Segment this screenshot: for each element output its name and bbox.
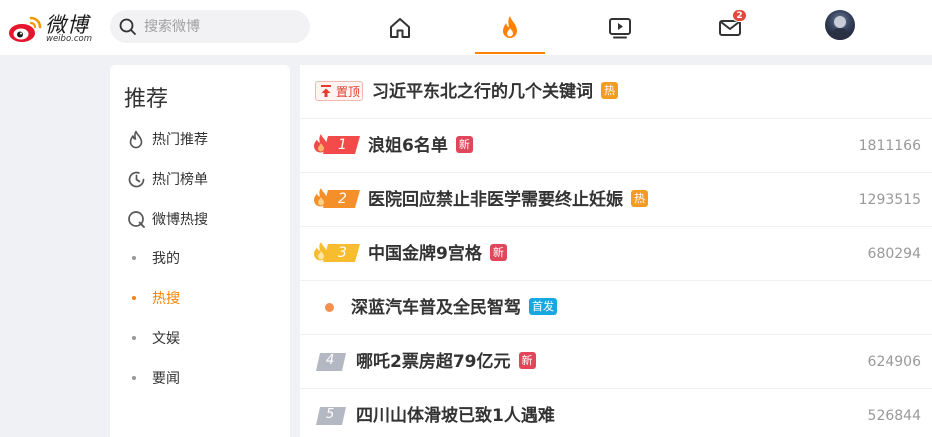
sidebar-item-weibo-hot-search[interactable]: 微博热搜 <box>126 207 208 231</box>
pinned-badge: 置顶 <box>315 81 363 101</box>
sidebar-sub-hot-search[interactable]: 热搜 <box>132 287 180 309</box>
pinned-badge-label: 置顶 <box>336 84 361 99</box>
hot-row-count: 1293515 <box>858 192 921 208</box>
new-tag: 新 <box>455 135 473 153</box>
promoted-row[interactable]: 深蓝汽车普及全民智驾 首发 <box>300 281 932 335</box>
hot-row-title-text: 深蓝汽车普及全民智驾 <box>351 298 521 318</box>
hot-row[interactable]: 1 浪姐6名单新 1811166 <box>300 119 932 173</box>
sidebar-sub-mine[interactable]: 我的 <box>132 247 180 269</box>
rank-number: 4 <box>326 353 335 368</box>
weibo-logo[interactable]: 微博 weibo.com <box>8 8 100 46</box>
hot-row[interactable]: 5 四川山体滑坡已致1人遇难 526844 <box>300 389 932 437</box>
sidebar-sub-news[interactable]: 要闻 <box>132 367 180 389</box>
nav-messages[interactable]: 2 <box>695 0 765 55</box>
hot-row-title[interactable]: 哪吒2票房超79亿元新 <box>356 335 536 389</box>
rank-number: 1 <box>338 137 347 153</box>
hot-row-title-text: 四川山体滑坡已致1人遇难 <box>356 406 555 426</box>
hot-tag: 热 <box>631 189 648 207</box>
sidebar-item-hot-ranking[interactable]: 热门榜单 <box>126 167 208 191</box>
pinned-title[interactable]: 习近平东北之行的几个关键词热 <box>372 65 618 119</box>
bullet-dot <box>132 256 136 260</box>
hot-row-title[interactable]: 医院回应禁止非医学需要终止妊娠热 <box>368 173 648 227</box>
bullet-dot <box>132 336 136 340</box>
sidebar: 推荐 热门推荐 热门榜单 微博热搜 我的 热搜 文娱 要闻 <box>110 65 290 437</box>
hot-row-count: 526844 <box>867 408 921 424</box>
bullet-dot <box>132 376 136 380</box>
hot-row-title[interactable]: 中国金牌9宫格新 <box>368 227 507 281</box>
new-tag: 新 <box>518 351 536 369</box>
sidebar-item-label: 微博热搜 <box>152 212 208 228</box>
sidebar-sub-label: 我的 <box>152 251 180 267</box>
nav-home[interactable] <box>365 0 435 55</box>
home-icon <box>390 17 410 38</box>
top-bar: 微博 weibo.com 2 <box>0 0 932 55</box>
pinned-row[interactable]: 置顶 习近平东北之行的几个关键词热 <box>300 65 932 119</box>
clock-icon <box>126 169 146 189</box>
hot-row-count: 680294 <box>867 246 921 262</box>
sidebar-item-label: 热门推荐 <box>152 132 208 148</box>
sidebar-heading: 推荐 <box>124 87 169 112</box>
pinned-title-text: 习近平东北之行的几个关键词 <box>372 82 593 102</box>
sidebar-sub-label: 热搜 <box>152 291 180 307</box>
hot-row-title-text: 中国金牌9宫格 <box>368 244 482 264</box>
hot-row[interactable]: 3 中国金牌9宫格新 680294 <box>300 227 932 281</box>
flame-outline-icon <box>126 129 146 149</box>
debut-tag: 首发 <box>529 297 557 315</box>
hot-row-title-text: 医院回应禁止非医学需要终止妊娠 <box>368 190 623 210</box>
promoted-dot <box>325 303 334 312</box>
hot-row-title-text: 哪吒2票房超79亿元 <box>356 352 511 372</box>
search-input[interactable] <box>144 10 304 43</box>
nav-hot[interactable] <box>475 0 545 55</box>
rank-2-flame-icon <box>314 188 360 208</box>
sidebar-item-hot-recommend[interactable]: 热门推荐 <box>126 127 208 151</box>
search-icon <box>119 18 136 35</box>
search-box[interactable] <box>110 10 310 43</box>
message-count-badge: 2 <box>732 9 747 22</box>
hot-search-list: 置顶 习近平东北之行的几个关键词热 1 浪姐6名单新 1811166 2 医院回… <box>300 65 932 437</box>
rank-1-flame-icon <box>314 134 360 154</box>
hot-row-count: 1811166 <box>858 138 921 154</box>
hot-tag: 热 <box>601 81 618 99</box>
bullet-dot <box>132 296 136 300</box>
new-tag: 新 <box>489 243 507 261</box>
hot-row-title[interactable]: 浪姐6名单新 <box>368 119 473 173</box>
search-loop-icon <box>126 209 146 229</box>
weibo-eye-icon <box>9 16 42 42</box>
rank-number: 3 <box>338 245 347 261</box>
hot-flame-icon <box>503 15 517 38</box>
rank-number: 5 <box>326 407 335 422</box>
hot-row-count: 624906 <box>867 354 921 370</box>
sidebar-sub-label: 要闻 <box>152 371 180 387</box>
rank-number: 2 <box>338 191 347 207</box>
hot-row-title[interactable]: 深蓝汽车普及全民智驾 首发 <box>351 281 557 335</box>
hot-row-title[interactable]: 四川山体滑坡已致1人遇难 <box>356 389 555 437</box>
sidebar-item-label: 热门榜单 <box>152 172 208 188</box>
sidebar-sub-label: 文娱 <box>152 331 180 347</box>
hot-row-title-text: 浪姐6名单 <box>368 136 448 156</box>
rank-3-flame-icon <box>314 242 360 262</box>
hot-row[interactable]: 4 哪吒2票房超79亿元新 624906 <box>300 335 932 389</box>
video-icon <box>609 17 631 38</box>
logo-domain: weibo.com <box>46 34 92 44</box>
nav-video[interactable] <box>585 0 655 55</box>
hot-row[interactable]: 2 医院回应禁止非医学需要终止妊娠热 1293515 <box>300 173 932 227</box>
sidebar-sub-entertainment[interactable]: 文娱 <box>132 327 180 349</box>
user-avatar[interactable] <box>825 10 855 40</box>
pin-top-icon <box>318 82 334 100</box>
